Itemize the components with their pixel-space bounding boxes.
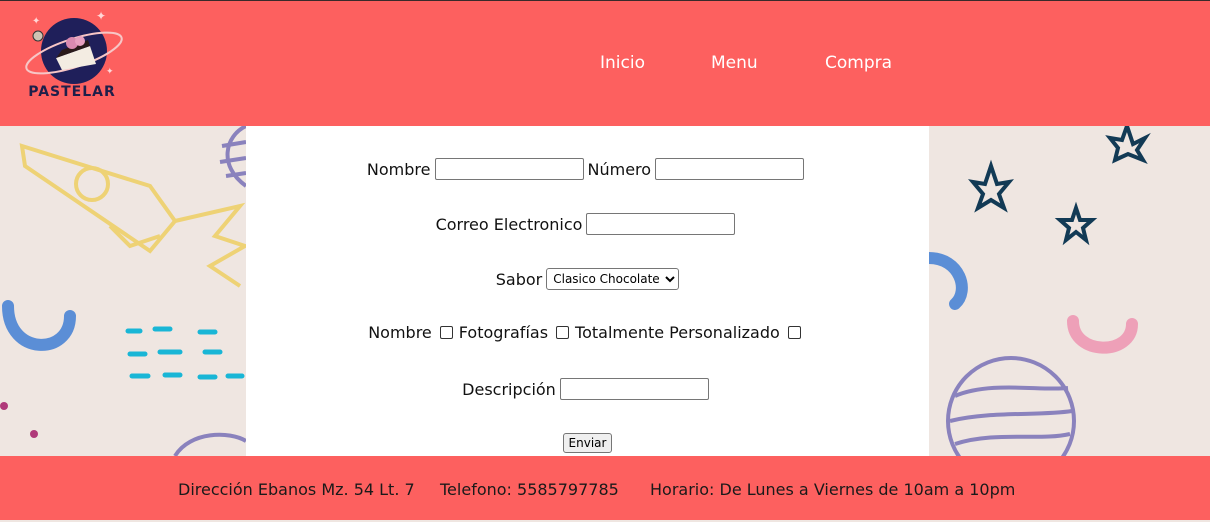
star-icon (968, 126, 1151, 246)
footer-direccion: Dirección Ebanos Mz. 54 Lt. 7 (178, 480, 415, 499)
order-form-panel: Nombre Número Correo Electronico Sabor C… (246, 126, 929, 456)
row-correo: Correo Electronico (246, 213, 929, 235)
svg-text:✦: ✦ (32, 16, 40, 27)
planet-icon (219, 126, 248, 188)
arc-icon (2, 300, 76, 351)
sabor-label: Sabor (495, 269, 543, 289)
option-personalizado-checkbox[interactable] (787, 326, 801, 339)
row-descripcion: Descripción (246, 378, 929, 400)
brand-name: PASTELAR (28, 84, 116, 100)
descripcion-label: Descripción (462, 379, 556, 399)
svg-text:✦: ✦ (106, 67, 114, 77)
row-nombre-numero: Nombre Número (246, 158, 929, 180)
row-sabor: Sabor Clasico Chocolate (246, 268, 929, 290)
pink-arc-icon (1067, 315, 1138, 354)
row-submit: Enviar (246, 433, 929, 453)
descripcion-input[interactable] (559, 378, 709, 400)
svg-text:✦: ✦ (96, 9, 106, 23)
footer-horario: Horario: De Lunes a Viernes de 10am a 10… (650, 480, 1016, 499)
enviar-button[interactable]: Enviar (562, 433, 613, 453)
nav-inicio[interactable]: Inicio (600, 53, 645, 73)
numero-input[interactable] (655, 158, 805, 180)
option-nombre-label: Nombre (368, 323, 432, 342)
nombre-label: Nombre (366, 159, 431, 179)
nav-menu[interactable]: Menu (711, 53, 758, 73)
nombre-input[interactable] (434, 158, 584, 180)
sabor-select[interactable]: Clasico Chocolate (546, 268, 680, 290)
site-header: ✦ ✦ ✦ PASTELAR Inicio Menu Compra (0, 0, 1210, 126)
nav-compra[interactable]: Compra (825, 53, 892, 73)
correo-input[interactable] (586, 213, 736, 235)
dash-decoration (125, 326, 245, 380)
option-personalizado-label: Totalmente Personalizado (575, 323, 780, 342)
row-options: Nombre Fotografías Totalmente Personaliz… (246, 323, 929, 342)
option-fotografias-checkbox[interactable] (556, 326, 570, 339)
option-nombre-checkbox[interactable] (439, 326, 453, 339)
option-fotografias-label: Fotografías (458, 323, 549, 342)
numero-label: Número (587, 159, 652, 179)
site-footer: Dirección Ebanos Mz. 54 Lt. 7 Telefono: … (0, 456, 1210, 520)
footer-telefono: Telefono: 5585797785 (440, 480, 619, 499)
rocket-icon (19, 143, 250, 288)
striped-planet-icon (946, 356, 1076, 456)
correo-label: Correo Electronico (435, 214, 583, 234)
